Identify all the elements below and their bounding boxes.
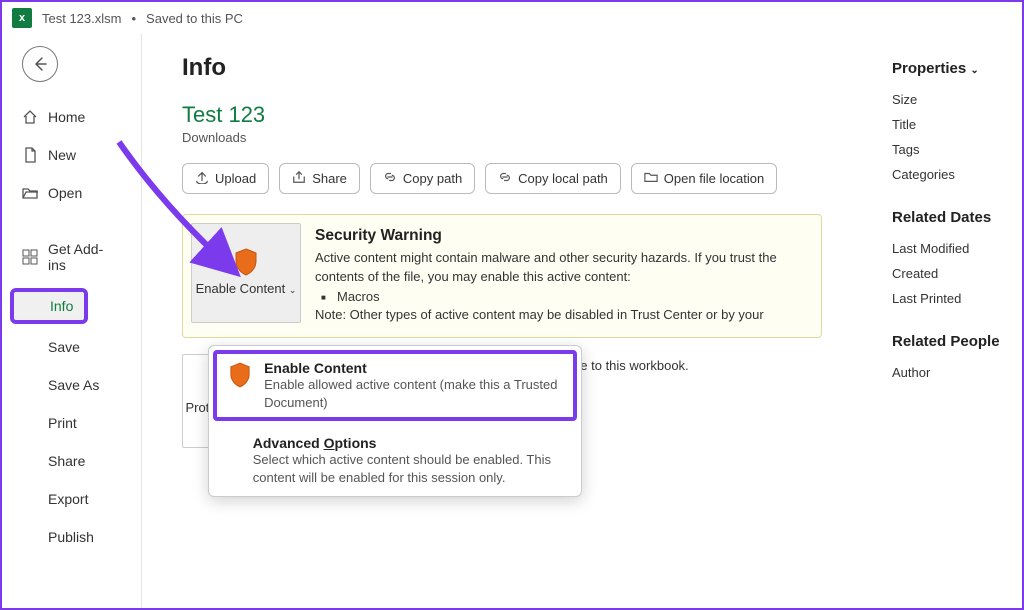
menu-enable-content-title: Enable Content xyxy=(264,360,561,376)
sidebar-label-export: Export xyxy=(48,491,88,507)
property-last-printed: Last Printed xyxy=(892,286,1022,311)
sidebar-item-save[interactable]: Save xyxy=(6,329,135,365)
share-label: Share xyxy=(312,171,347,186)
property-tags[interactable]: Tags xyxy=(892,137,1022,162)
addins-icon xyxy=(22,249,38,265)
menu-advanced-options-desc: Select which active content should be en… xyxy=(253,451,565,486)
upload-label: Upload xyxy=(215,171,256,186)
sidebar-item-new[interactable]: New xyxy=(6,137,135,173)
folder-open-icon xyxy=(22,185,38,201)
property-title[interactable]: Title xyxy=(892,112,1022,137)
share-icon xyxy=(292,170,306,187)
sidebar-label-info: Info xyxy=(50,298,73,314)
upload-icon xyxy=(195,170,209,187)
properties-heading[interactable]: Properties ⌄ xyxy=(892,60,1022,77)
sidebar: Home New Open Get Add-ins Info Save Save… xyxy=(2,34,141,608)
security-bullet-macros: Macros xyxy=(337,287,805,306)
shield-icon xyxy=(234,248,258,276)
shield-icon xyxy=(229,360,252,411)
sidebar-label-home: Home xyxy=(48,109,85,125)
related-dates-heading: Related Dates xyxy=(892,209,1022,226)
sidebar-item-export[interactable]: Export xyxy=(6,481,135,517)
property-categories[interactable]: Categories xyxy=(892,162,1022,187)
related-people-heading: Related People xyxy=(892,333,1022,350)
copy-path-label: Copy path xyxy=(403,171,462,186)
menu-enable-content-desc: Enable allowed active content (make this… xyxy=(264,376,561,411)
chevron-down-icon: ⌄ xyxy=(970,65,978,76)
sidebar-item-share[interactable]: Share xyxy=(6,443,135,479)
link-icon xyxy=(383,170,397,187)
new-file-icon xyxy=(22,147,38,163)
titlebar: x Test 123.xlsm • Saved to this PC xyxy=(2,2,1022,34)
file-title: Test 123 xyxy=(182,102,862,128)
share-button[interactable]: Share xyxy=(279,163,360,194)
open-file-location-button[interactable]: Open file location xyxy=(631,163,777,194)
security-note: Note: Other types of active content may … xyxy=(315,306,805,325)
link-icon xyxy=(498,170,512,187)
file-name: Test 123.xlsm xyxy=(42,11,121,26)
page-title: Info xyxy=(182,54,862,82)
property-author: Author xyxy=(892,360,1022,385)
action-row: Upload Share Copy path Copy local path O… xyxy=(182,163,862,194)
copy-path-button[interactable]: Copy path xyxy=(370,163,475,194)
property-size: Size xyxy=(892,87,1022,112)
upload-button[interactable]: Upload xyxy=(182,163,269,194)
main-panel: Info Test 123 Downloads Upload Share Cop… xyxy=(141,34,1022,608)
sidebar-label-saveas: Save As xyxy=(48,377,99,393)
open-location-label: Open file location xyxy=(664,171,764,186)
menu-item-advanced-options[interactable]: Advanced Options Select which active con… xyxy=(209,425,581,496)
sidebar-item-info[interactable]: Info xyxy=(10,288,88,324)
folder-icon xyxy=(644,170,658,187)
enable-content-button[interactable]: Enable Content ⌄ xyxy=(191,223,301,323)
properties-panel: Properties ⌄ Size Title Tags Categories … xyxy=(862,54,1022,608)
sidebar-label-new: New xyxy=(48,147,76,163)
sidebar-label-addins: Get Add-ins xyxy=(48,241,119,273)
copy-local-path-label: Copy local path xyxy=(518,171,608,186)
copy-local-path-button[interactable]: Copy local path xyxy=(485,163,621,194)
property-last-modified: Last Modified xyxy=(892,236,1022,261)
sidebar-item-print[interactable]: Print xyxy=(6,405,135,441)
back-button[interactable] xyxy=(22,46,58,82)
sidebar-label-open: Open xyxy=(48,185,82,201)
sidebar-label-save: Save xyxy=(48,339,80,355)
separator-dot: • xyxy=(131,11,136,26)
menu-item-enable-content[interactable]: Enable Content Enable allowed active con… xyxy=(213,350,577,421)
sidebar-item-saveas[interactable]: Save As xyxy=(6,367,135,403)
file-location[interactable]: Downloads xyxy=(182,130,862,145)
excel-icon: x xyxy=(12,8,32,28)
menu-advanced-options-title: Advanced Options xyxy=(253,435,565,451)
sidebar-label-print: Print xyxy=(48,415,77,431)
security-warning-line1: Active content might contain malware and… xyxy=(315,249,805,287)
sidebar-item-addins[interactable]: Get Add-ins xyxy=(6,231,135,283)
save-status: Saved to this PC xyxy=(146,11,243,26)
sidebar-label-publish: Publish xyxy=(48,529,94,545)
security-warning-panel: Enable Content ⌄ Security Warning Active… xyxy=(182,214,822,338)
property-created: Created xyxy=(892,261,1022,286)
enable-content-dropdown: Enable Content Enable allowed active con… xyxy=(208,345,582,497)
home-icon xyxy=(22,109,38,125)
security-warning-title: Security Warning xyxy=(315,227,805,245)
enable-content-label: Enable Content xyxy=(196,281,286,296)
arrow-left-icon xyxy=(32,56,48,72)
sidebar-item-publish[interactable]: Publish xyxy=(6,519,135,555)
sidebar-item-home[interactable]: Home xyxy=(6,99,135,135)
sidebar-label-share: Share xyxy=(48,453,85,469)
sidebar-item-open[interactable]: Open xyxy=(6,175,135,211)
